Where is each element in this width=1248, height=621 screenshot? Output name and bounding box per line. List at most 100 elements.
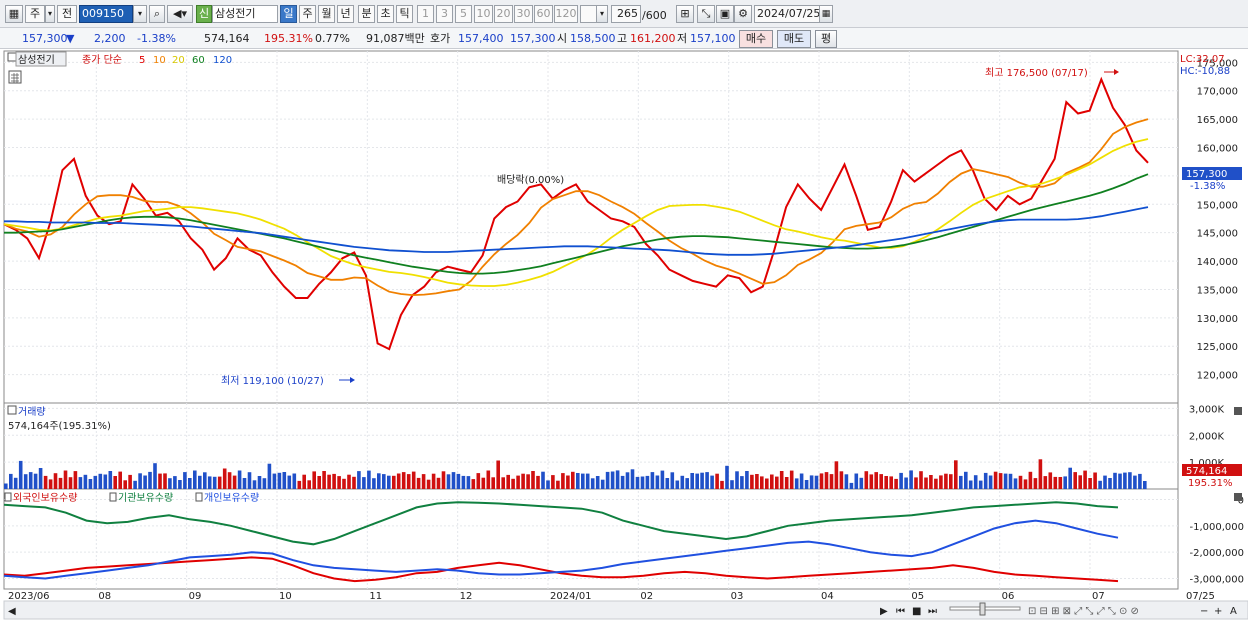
period-button-week[interactable]: 주 xyxy=(299,5,316,23)
volume-bar xyxy=(198,475,202,489)
chart-window-icon[interactable]: ▦ xyxy=(5,5,23,23)
volume-bar xyxy=(277,472,282,489)
interval-button-10[interactable]: 10 xyxy=(474,5,493,23)
search-icon[interactable]: ⌕ xyxy=(149,5,165,23)
volume-bar xyxy=(357,471,361,489)
volume-bar xyxy=(123,480,127,489)
volume-panel-menu-icon[interactable] xyxy=(7,405,17,415)
period-button-month[interactable]: 월 xyxy=(318,5,335,23)
last-icon[interactable]: ⏭ xyxy=(928,606,937,617)
interval-label: 5 xyxy=(460,7,467,20)
volume-tick-label: 3,000K xyxy=(1189,404,1225,415)
volume-bar xyxy=(909,470,913,489)
interval-button-60[interactable]: 60 xyxy=(534,5,553,23)
volume-bar xyxy=(1053,476,1058,489)
volume-bar xyxy=(571,471,575,489)
zoom-out-icon[interactable]: − xyxy=(1200,606,1208,617)
interval-button-1[interactable]: 1 xyxy=(417,5,434,23)
volume-bar xyxy=(183,472,187,489)
scroll-left-icon[interactable]: ◀ xyxy=(8,606,16,617)
text-tool-icon[interactable]: A xyxy=(1230,606,1237,617)
price-panel-name: 삼성전기 xyxy=(18,54,55,66)
period-button-second[interactable]: 초 xyxy=(377,5,394,23)
quote-bar: 157,300 ▼ 2,200 -1.38% 574,164 195.31% 0… xyxy=(0,28,1248,49)
volume-bar xyxy=(973,475,978,489)
holdings-panel-menu-icon[interactable] xyxy=(4,492,12,502)
price-tick-label: 130,000 xyxy=(1197,314,1238,325)
scroll-right-icon[interactable]: ▶ xyxy=(880,606,888,617)
volume-bar xyxy=(506,474,510,489)
period-button-year[interactable]: 년 xyxy=(337,5,354,23)
calendar-icon[interactable]: ▦ xyxy=(819,5,833,23)
evaluate-button[interactable]: 평 xyxy=(815,30,837,48)
date-value: 2024/07/25 xyxy=(757,7,821,20)
current-price-label: 157,300 xyxy=(1186,169,1227,180)
volume-bar xyxy=(1143,481,1147,489)
volume-bar xyxy=(939,475,943,489)
zoom-slider-handle[interactable] xyxy=(979,602,986,616)
sound-icon[interactable]: ◀▾ xyxy=(167,5,193,23)
volume-bar xyxy=(38,468,43,489)
current-price: 157,300 xyxy=(22,32,68,45)
volume-bar xyxy=(188,478,192,489)
period-type-select[interactable]: 주 xyxy=(25,5,45,23)
volume-bar xyxy=(372,478,376,489)
volume-bar xyxy=(869,474,874,489)
interval-button-30[interactable]: 30 xyxy=(514,5,533,23)
volume-bar xyxy=(765,478,769,489)
save-icon[interactable]: ▣ xyxy=(716,5,734,23)
volume-bar xyxy=(1018,475,1023,489)
volume-bar xyxy=(1128,472,1132,489)
stock-code-dropdown-icon[interactable]: ▾ xyxy=(133,5,147,23)
price-tick-label: 140,000 xyxy=(1197,257,1238,268)
interval-button-3[interactable]: 3 xyxy=(436,5,453,23)
volume-bar xyxy=(387,475,391,489)
volume-bar xyxy=(551,475,555,489)
interval-button-20[interactable]: 20 xyxy=(494,5,513,23)
stock-name-field[interactable]: 삼성전기 xyxy=(212,5,278,23)
ma-legend-5: 5 xyxy=(139,55,145,66)
volume-bar xyxy=(103,474,108,489)
current-volume-pct: 195.31% xyxy=(1188,478,1233,489)
stop-icon[interactable]: ■ xyxy=(912,606,921,617)
period-button-minute[interactable]: 분 xyxy=(358,5,375,23)
volume-bar xyxy=(566,475,570,489)
holdings-panel-close-icon[interactable] xyxy=(1234,493,1242,501)
volume-bar xyxy=(282,472,287,489)
tool-icons[interactable]: ⊡ ⊟ ⊞ ⊠ ⤢ ⤡ ⤢ ⤡ ⊙ ⊘ xyxy=(1028,606,1139,617)
volume-bar xyxy=(745,471,749,489)
period-button-day[interactable]: 일 xyxy=(280,5,297,23)
zoom-in-icon[interactable]: + xyxy=(1214,606,1222,617)
interval-button-5[interactable]: 5 xyxy=(455,5,472,23)
count-input[interactable]: 265 xyxy=(611,5,641,23)
volume-bar xyxy=(834,461,839,489)
period-type-dropdown-icon[interactable]: ▾ xyxy=(45,5,55,23)
volume-bar xyxy=(237,470,242,489)
volume-bar xyxy=(1028,471,1033,489)
buy-button[interactable]: 매수 xyxy=(739,30,773,48)
interval-button-120[interactable]: 120 xyxy=(554,5,578,23)
first-icon[interactable]: ⏮ xyxy=(896,606,905,617)
draw-tool-icon[interactable]: ⤡ xyxy=(697,5,715,23)
date-input[interactable]: 2024/07/25 xyxy=(754,5,820,23)
gear-icon[interactable]: ⚙ xyxy=(734,5,752,23)
period-button-tick[interactable]: 틱 xyxy=(396,5,413,23)
dividend-annotation: 배당락(0.00%) xyxy=(497,174,564,186)
x-tick-label: 06 xyxy=(1002,591,1015,602)
sell-button[interactable]: 매도 xyxy=(777,30,811,48)
volume-bar xyxy=(193,470,197,489)
volume-bar xyxy=(203,472,207,489)
volume-bar xyxy=(814,475,819,489)
prev-button[interactable]: 전 xyxy=(57,5,77,23)
interval-dropdown-icon[interactable]: ▾ xyxy=(596,5,608,23)
price-tick-label: 145,000 xyxy=(1197,229,1238,240)
volume-bar xyxy=(73,471,78,489)
volume-bar xyxy=(750,474,754,489)
ask-label: 호가 xyxy=(430,32,451,45)
volume-bar xyxy=(416,477,421,489)
volume-panel-close-icon[interactable] xyxy=(1234,407,1242,415)
chart-add-icon[interactable]: ⊞ xyxy=(676,5,694,23)
panel-menu-icon[interactable] xyxy=(7,52,17,62)
stock-code-input[interactable]: 009150 xyxy=(79,5,133,23)
volume-bar xyxy=(650,472,655,489)
